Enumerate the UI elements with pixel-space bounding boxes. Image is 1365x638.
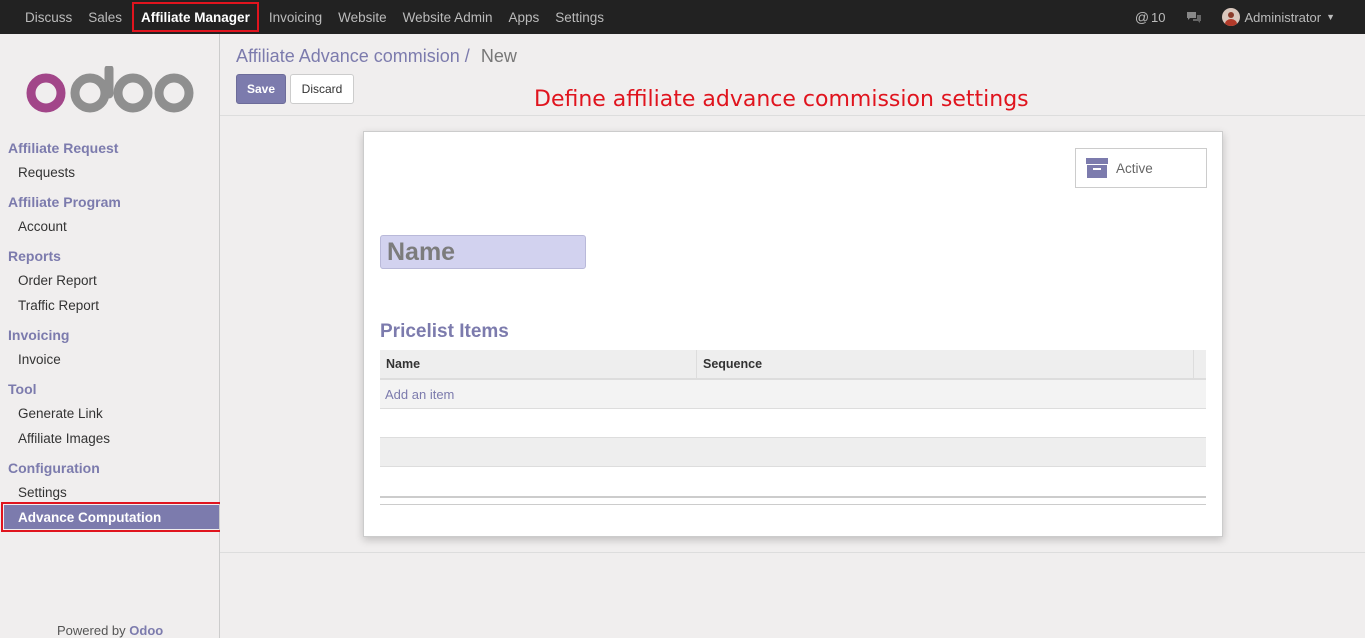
sidebar: Affiliate Request Requests Affiliate Pro…: [0, 34, 222, 638]
section-tool: Tool: [8, 381, 37, 397]
archive-icon: [1086, 158, 1108, 178]
menu-invoicing[interactable]: Invoicing: [261, 0, 330, 34]
sidebar-item-account[interactable]: Account: [18, 219, 67, 234]
column-header-sequence[interactable]: Sequence: [697, 350, 1194, 378]
section-affiliate-request: Affiliate Request: [8, 140, 119, 156]
breadcrumb-current: New: [480, 46, 517, 66]
table-footer-row: [380, 437, 1206, 467]
section-affiliate-program: Affiliate Program: [8, 194, 121, 210]
section-title-pricelist-items: Pricelist Items: [380, 321, 509, 342]
sidebar-item-invoice[interactable]: Invoice: [18, 352, 61, 367]
form-divider: [380, 496, 1206, 505]
active-label: Active: [1116, 160, 1153, 176]
user-menu[interactable]: Administrator ▼: [1212, 0, 1346, 34]
sidebar-item-traffic-report[interactable]: Traffic Report: [18, 298, 99, 313]
name-input[interactable]: [380, 235, 586, 269]
powered-by-text: Powered by: [57, 623, 126, 638]
sidebar-item-order-report[interactable]: Order Report: [18, 273, 97, 288]
sidebar-item-generate-link[interactable]: Generate Link: [18, 406, 103, 421]
column-header-name[interactable]: Name: [380, 350, 697, 378]
breadcrumb: Affiliate Advance commision / New: [236, 46, 517, 67]
odoo-logo: [26, 66, 194, 113]
powered-by: Powered by Odoo: [57, 623, 163, 638]
active-toggle-button[interactable]: Active: [1075, 148, 1207, 188]
menu-website[interactable]: Website: [330, 0, 395, 34]
control-panel: Affiliate Advance commision / New Save D…: [220, 34, 1365, 116]
add-item-link[interactable]: Add an item: [380, 380, 1206, 409]
section-configuration: Configuration: [8, 460, 100, 476]
menu-affiliate-manager[interactable]: Affiliate Manager: [132, 2, 259, 32]
avatar: [1221, 8, 1240, 26]
at-icon: @: [1134, 9, 1150, 25]
sidebar-item-settings[interactable]: Settings: [18, 485, 67, 500]
menu-apps[interactable]: Apps: [500, 0, 547, 34]
mentions-count: 10: [1151, 9, 1166, 25]
powered-by-brand[interactable]: Odoo: [129, 623, 163, 638]
menu-sales[interactable]: Sales: [80, 0, 130, 34]
section-reports: Reports: [8, 248, 61, 264]
menu-settings[interactable]: Settings: [547, 0, 612, 34]
breadcrumb-separator: /: [464, 46, 470, 66]
sidebar-item-affiliate-images[interactable]: Affiliate Images: [18, 431, 110, 446]
user-name: Administrator: [1244, 9, 1322, 25]
discard-button[interactable]: Discard: [290, 74, 354, 104]
save-button[interactable]: Save: [236, 74, 286, 104]
breadcrumb-parent[interactable]: Affiliate Advance commision: [236, 46, 460, 66]
menu-website-admin[interactable]: Website Admin: [395, 0, 501, 34]
pricelist-items-table: Name Sequence Add an item: [380, 350, 1206, 409]
sidebar-item-requests[interactable]: Requests: [18, 165, 75, 180]
annotation-caption: Define affiliate advance commission sett…: [534, 87, 1029, 112]
systray: @ 10 Administrator ▼: [1125, 0, 1365, 34]
top-navbar: Discuss Sales Affiliate Manager Invoicin…: [0, 0, 1365, 34]
sidebar-item-advance-computation[interactable]: Advance Computation: [1, 502, 222, 532]
section-invoicing: Invoicing: [8, 327, 70, 343]
mentions-button[interactable]: @ 10: [1125, 0, 1176, 34]
app-menu: Discuss Sales Affiliate Manager Invoicin…: [0, 0, 612, 34]
menu-discuss[interactable]: Discuss: [17, 0, 80, 34]
caret-down-icon: ▼: [1326, 12, 1335, 22]
table-header: Name Sequence: [380, 350, 1206, 380]
chat-icon: [1186, 11, 1201, 23]
form-sheet: Active Pricelist Items Name Sequence Add…: [363, 131, 1223, 537]
chat-button[interactable]: [1176, 0, 1212, 34]
form-view: Active Pricelist Items Name Sequence Add…: [220, 116, 1365, 553]
